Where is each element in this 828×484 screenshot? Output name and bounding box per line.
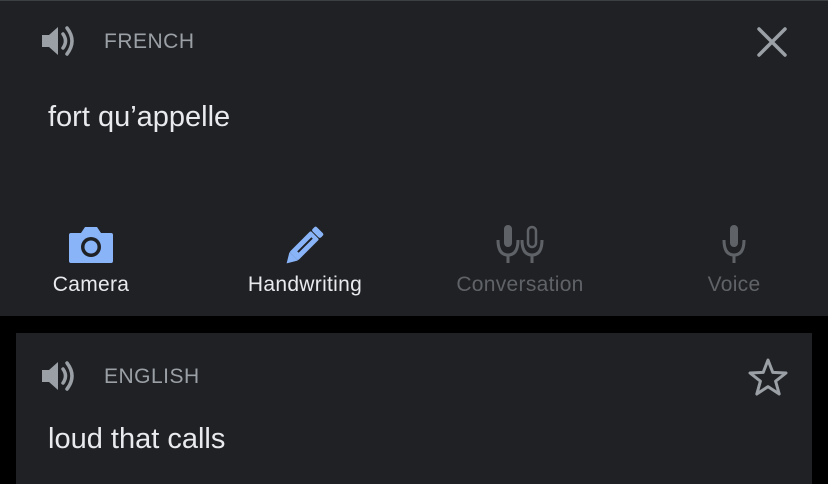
two-microphones-icon [496, 225, 544, 263]
pen-icon [286, 226, 324, 264]
result-panel: ENGLISH loud that calls [16, 333, 812, 484]
conversation-button[interactable]: Conversation [430, 223, 610, 303]
star-icon[interactable] [746, 356, 790, 400]
source-language-label[interactable]: FRENCH [104, 30, 195, 54]
speaker-icon[interactable] [38, 21, 78, 61]
camera-button[interactable]: Camera [1, 223, 181, 303]
voice-label: Voice [707, 273, 761, 296]
close-icon[interactable] [752, 22, 792, 62]
camera-label: Camera [52, 273, 130, 296]
camera-icon [69, 227, 113, 263]
translation-text: loud that calls [48, 423, 226, 455]
target-language-label[interactable]: ENGLISH [104, 365, 200, 389]
source-panel: FRENCH fort qu’appelle Camera Handwritin… [0, 0, 828, 316]
conversation-label: Conversation [456, 273, 584, 296]
voice-button[interactable]: Voice [644, 223, 824, 303]
microphone-icon [722, 225, 746, 263]
handwriting-button[interactable]: Handwriting [215, 223, 395, 303]
source-text[interactable]: fort qu’appelle [48, 101, 230, 134]
speaker-icon[interactable] [38, 356, 78, 396]
handwriting-label: Handwriting [247, 273, 363, 296]
